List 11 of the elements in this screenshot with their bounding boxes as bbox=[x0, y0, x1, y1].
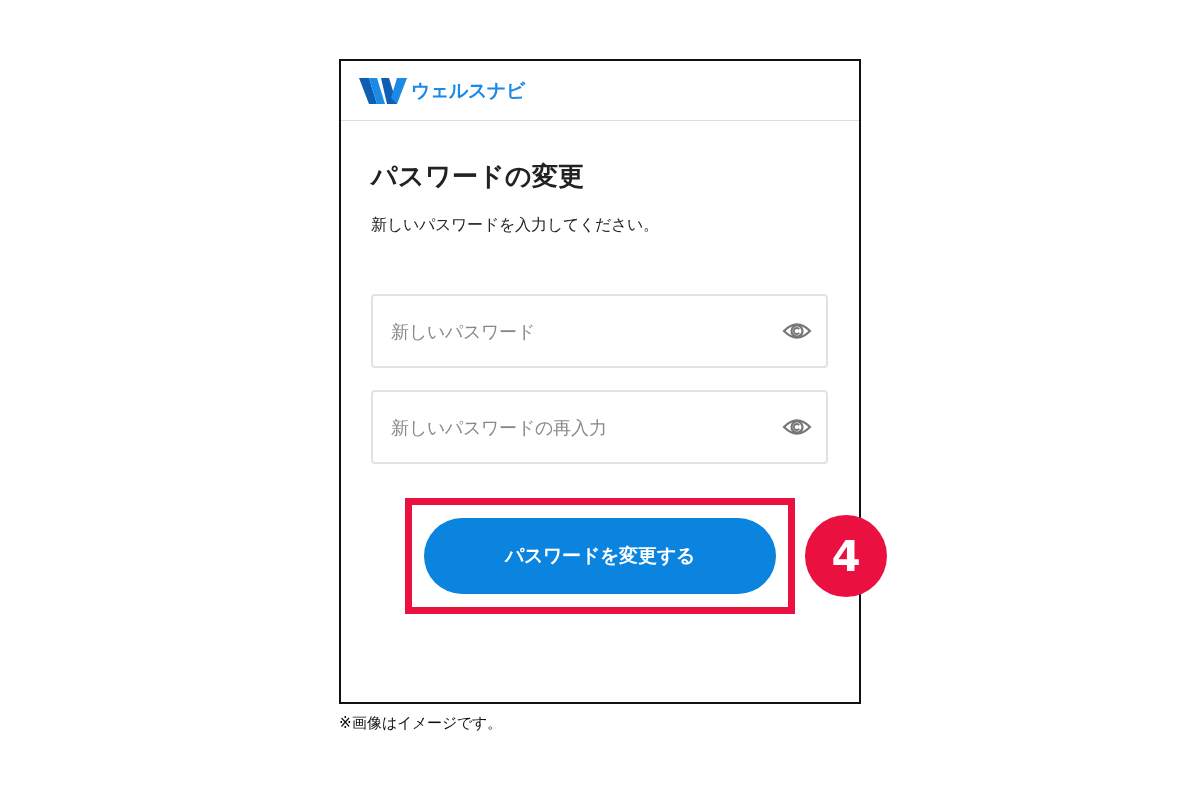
note-text: ※画像はイメージです。 bbox=[339, 714, 502, 733]
page-title: パスワードの変更 bbox=[371, 160, 585, 193]
logo-icon bbox=[359, 75, 409, 106]
brand-name: ウェルスナビ bbox=[411, 77, 525, 103]
eye-icon[interactable] bbox=[782, 321, 812, 341]
eye-icon[interactable] bbox=[782, 417, 812, 437]
step-badge: 4 bbox=[805, 515, 887, 597]
password-field[interactable]: 新しいパスワードの再入力 bbox=[371, 390, 828, 464]
description-text: 新しいパスワードを入力してください。 bbox=[371, 215, 660, 236]
password-field[interactable]: 新しいパスワード bbox=[371, 294, 828, 368]
change-password-button[interactable]: パスワードを変更する bbox=[424, 518, 776, 594]
